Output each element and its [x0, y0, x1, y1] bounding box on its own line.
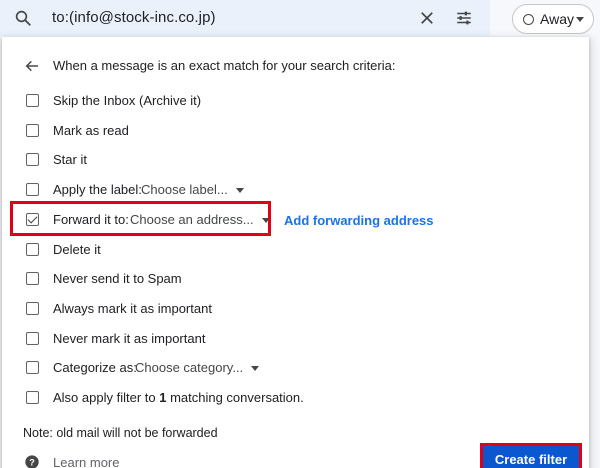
- option-label: Forward it to:: [53, 212, 129, 227]
- never-important-checkbox[interactable]: [26, 332, 39, 345]
- option-skip-inbox: Skip the Inbox (Archive it): [2, 89, 589, 113]
- option-never-spam: Never send it to Spam: [2, 267, 589, 291]
- label-prefix: Also apply filter to: [53, 390, 160, 405]
- svg-text:?: ?: [29, 457, 35, 467]
- categorize-checkbox[interactable]: [26, 361, 39, 374]
- status-dropdown[interactable]: Away: [512, 4, 594, 34]
- option-label: Mark as read: [53, 123, 129, 138]
- option-label: Apply the label:: [53, 182, 142, 197]
- apply-label-checkbox[interactable]: [26, 183, 39, 196]
- star-checkbox[interactable]: [26, 153, 39, 166]
- add-forwarding-address-link[interactable]: Add forwarding address: [284, 213, 434, 228]
- search-icon[interactable]: [14, 9, 32, 27]
- dropdown-value: Choose label...: [141, 182, 228, 197]
- option-mark-read: Mark as read: [2, 119, 589, 143]
- option-label: Never send it to Spam: [53, 271, 182, 286]
- chevron-down-icon: [261, 218, 270, 224]
- option-label: Also apply filter to 1 matching conversa…: [53, 390, 304, 405]
- create-filter-button[interactable]: Create filter: [480, 443, 582, 468]
- help-icon: ?: [25, 455, 39, 468]
- search-options-icon[interactable]: [455, 9, 473, 27]
- search-input[interactable]: to:(info@stock-inc.co.jp): [52, 9, 216, 26]
- option-label: Never mark it as important: [53, 331, 206, 346]
- always-important-checkbox[interactable]: [26, 302, 39, 315]
- chevron-down-icon: [576, 17, 584, 22]
- dropdown-value: Choose an address...: [130, 212, 254, 227]
- option-always-important: Always mark it as important: [2, 297, 589, 321]
- never-spam-checkbox[interactable]: [26, 272, 39, 285]
- option-label: Delete it: [53, 242, 101, 257]
- dropdown-value: Choose category...: [135, 360, 244, 375]
- top-bar: to:(info@stock-inc.co.jp) Away: [0, 0, 600, 36]
- mark-read-checkbox[interactable]: [26, 124, 39, 137]
- label-dropdown[interactable]: Choose label...: [141, 182, 244, 197]
- option-star: Star it: [2, 148, 589, 172]
- criteria-heading: When a message is an exact match for you…: [53, 58, 396, 73]
- category-dropdown[interactable]: Choose category...: [135, 360, 260, 375]
- forward-note: Note: old mail will not be forwarded: [23, 426, 218, 440]
- chevron-down-icon: [235, 188, 244, 194]
- learn-more-link[interactable]: Learn more: [53, 455, 119, 468]
- back-arrow-icon[interactable]: [24, 58, 40, 74]
- filter-options-panel: When a message is an exact match for you…: [2, 37, 589, 468]
- search-bar[interactable]: to:(info@stock-inc.co.jp): [0, 0, 490, 36]
- forward-address-dropdown[interactable]: Choose an address...: [130, 212, 270, 227]
- option-never-important: Never mark it as important: [2, 327, 589, 351]
- option-label: Skip the Inbox (Archive it): [53, 93, 202, 108]
- chevron-down-icon: [251, 366, 260, 372]
- option-delete: Delete it: [2, 238, 589, 262]
- option-label: Categorize as:: [53, 360, 137, 375]
- option-label: Always mark it as important: [53, 301, 212, 316]
- skip-inbox-checkbox[interactable]: [26, 94, 39, 107]
- option-apply-label: Apply the label: Choose label...: [2, 178, 589, 202]
- label-suffix: matching conversation.: [166, 390, 304, 405]
- status-label: Away: [540, 11, 574, 27]
- forward-checkbox[interactable]: [26, 213, 39, 226]
- away-status-icon: [523, 14, 534, 25]
- option-categorize: Categorize as: Choose category...: [2, 356, 589, 380]
- delete-checkbox[interactable]: [26, 243, 39, 256]
- option-apply-existing: Also apply filter to 1 matching conversa…: [2, 386, 589, 410]
- apply-existing-checkbox[interactable]: [26, 391, 39, 404]
- close-icon[interactable]: [418, 9, 436, 27]
- option-label: Star it: [53, 152, 87, 167]
